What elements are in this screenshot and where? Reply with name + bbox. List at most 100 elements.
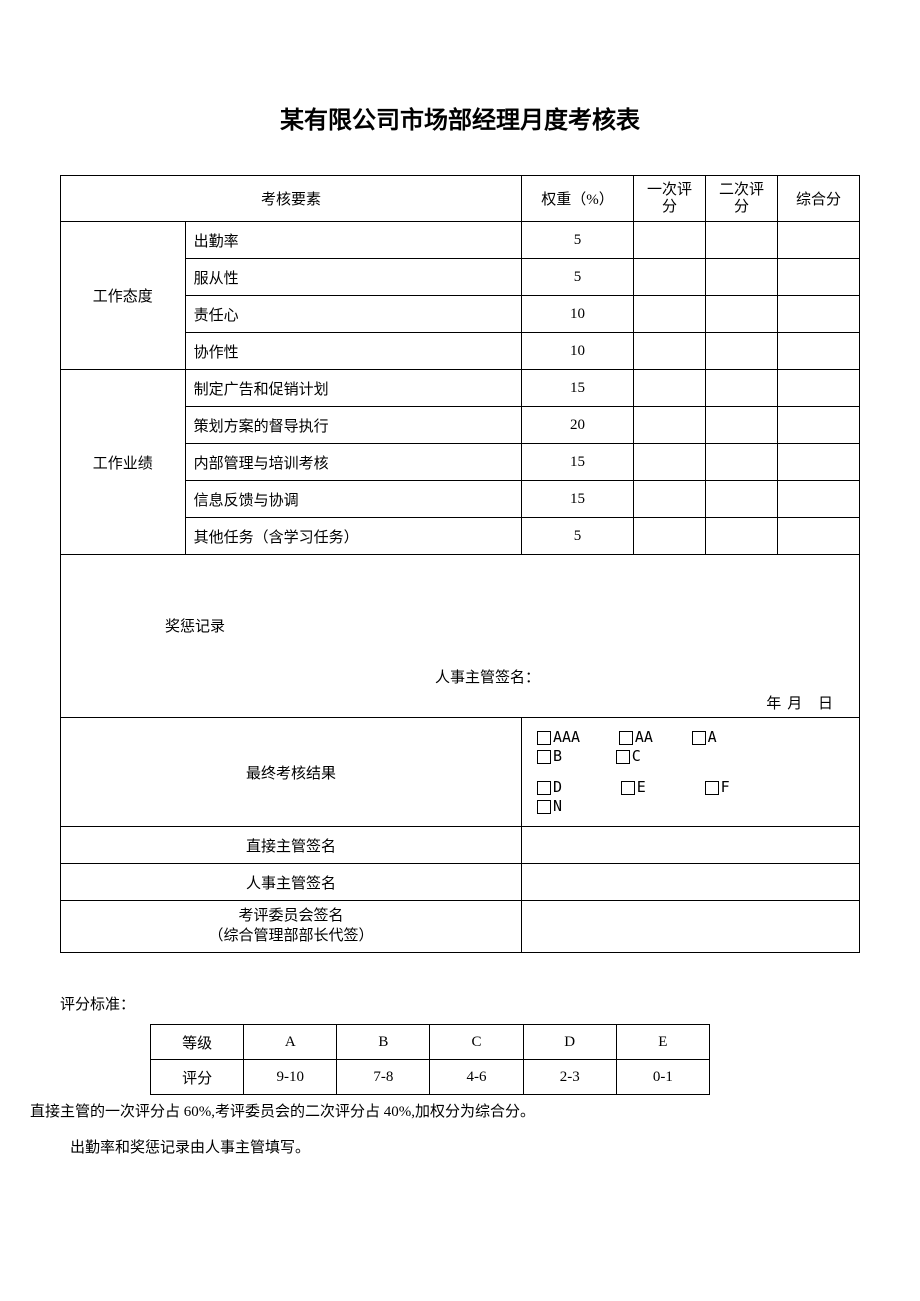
checkbox-f[interactable]: F — [705, 778, 730, 796]
header-score3: 综合分 — [778, 176, 860, 222]
criteria-score: 4-6 — [430, 1060, 523, 1095]
note2: 出勤率和奖惩记录由人事主管填写。 — [70, 1136, 860, 1157]
cell-score1 — [634, 518, 706, 555]
final-result-options: AAA AA A B C D E F N — [522, 718, 860, 827]
reward-cell: 奖惩记录 人事主管签名： 年月 日 — [125, 555, 860, 718]
checkbox-aa[interactable]: AA — [619, 728, 653, 746]
cell-score1 — [634, 407, 706, 444]
final-result-row: 最终考核结果 AAA AA A B C D E F N — [61, 718, 860, 827]
item-weight: 20 — [522, 407, 634, 444]
cell-score2 — [706, 370, 778, 407]
cell-score1 — [634, 259, 706, 296]
sig-direct-field — [522, 827, 860, 864]
item-name: 其他任务（含学习任务） — [185, 518, 521, 555]
signature-row-committee: 考评委员会签名 （综合管理部部长代签） — [61, 901, 860, 953]
criteria-grade-label: 等级 — [151, 1025, 244, 1060]
cell-score1 — [634, 481, 706, 518]
checkbox-d[interactable]: D — [537, 778, 562, 796]
cell-score1 — [634, 333, 706, 370]
criteria-grade: D — [523, 1025, 616, 1060]
checkbox-aaa[interactable]: AAA — [537, 728, 580, 746]
criteria-grade: A — [244, 1025, 337, 1060]
checkbox-c[interactable]: C — [616, 747, 641, 765]
cell-score2 — [706, 259, 778, 296]
criteria-score: 7-8 — [337, 1060, 430, 1095]
cell-score2 — [706, 518, 778, 555]
cell-score2 — [706, 222, 778, 259]
criteria-score: 0-1 — [616, 1060, 709, 1095]
criteria-score-label: 评分 — [151, 1060, 244, 1095]
cell-score3 — [778, 296, 860, 333]
cell-score3 — [778, 333, 860, 370]
cell-score1 — [634, 296, 706, 333]
group2-label: 工作业绩 — [61, 370, 186, 555]
criteria-grade-row: 等级 A B C D E — [151, 1025, 710, 1060]
criteria-grade: E — [616, 1025, 709, 1060]
reward-label: 奖惩记录 — [165, 615, 225, 636]
cell-score2 — [706, 407, 778, 444]
cell-score1 — [634, 222, 706, 259]
item-name: 服从性 — [185, 259, 521, 296]
criteria-grade: B — [337, 1025, 430, 1060]
header-element: 考核要素 — [61, 176, 522, 222]
item-weight: 5 — [522, 222, 634, 259]
criteria-grade: C — [430, 1025, 523, 1060]
criteria-title: 评分标准： — [60, 993, 860, 1014]
item-name: 制定广告和促销计划 — [185, 370, 521, 407]
checkbox-a[interactable]: A — [692, 728, 717, 746]
criteria-table: 等级 A B C D E 评分 9-10 7-8 4-6 2-3 0-1 — [150, 1024, 710, 1095]
header-score1: 一次评分 — [634, 176, 706, 222]
cell-score2 — [706, 296, 778, 333]
checkbox-b[interactable]: B — [537, 747, 562, 765]
item-name: 出勤率 — [185, 222, 521, 259]
cell-score1 — [634, 444, 706, 481]
checkbox-n[interactable]: N — [537, 797, 562, 815]
item-weight: 15 — [522, 444, 634, 481]
reward-row: 奖惩记录 人事主管签名： 年月 日 — [61, 555, 860, 718]
item-weight: 5 — [522, 518, 634, 555]
sig-committee-label: 考评委员会签名 （综合管理部部长代签） — [61, 901, 522, 953]
item-name: 内部管理与培训考核 — [185, 444, 521, 481]
cell-score2 — [706, 444, 778, 481]
item-name: 责任心 — [185, 296, 521, 333]
table-row: 工作态度 出勤率 5 — [61, 222, 860, 259]
cell-score3 — [778, 407, 860, 444]
cell-score1 — [634, 370, 706, 407]
header-weight: 权重（%） — [522, 176, 634, 222]
sig-hr-field — [522, 864, 860, 901]
reward-sign: 人事主管签名： — [435, 666, 540, 687]
item-weight: 10 — [522, 296, 634, 333]
checkbox-e[interactable]: E — [621, 778, 646, 796]
header-score2: 二次评 分 — [706, 176, 778, 222]
note1: 直接主管的一次评分占 60%,考评委员会的二次评分占 40%,加权分为综合分。 — [30, 1099, 860, 1126]
criteria-score: 2-3 — [523, 1060, 616, 1095]
item-weight: 15 — [522, 370, 634, 407]
cell-score3 — [778, 444, 860, 481]
cell-score2 — [706, 481, 778, 518]
table-header-row: 考核要素 权重（%） 一次评分 二次评 分 综合分 — [61, 176, 860, 222]
cell-score3 — [778, 370, 860, 407]
cell-score3 — [778, 259, 860, 296]
sig-committee-field — [522, 901, 860, 953]
reward-date: 年月 日 — [766, 692, 839, 713]
criteria-score-row: 评分 9-10 7-8 4-6 2-3 0-1 — [151, 1060, 710, 1095]
table-row: 工作业绩 制定广告和促销计划 15 — [61, 370, 860, 407]
item-weight: 5 — [522, 259, 634, 296]
item-name: 协作性 — [185, 333, 521, 370]
cell-score2 — [706, 333, 778, 370]
evaluation-table: 考核要素 权重（%） 一次评分 二次评 分 综合分 工作态度 出勤率 5 服从性… — [60, 175, 860, 953]
item-weight: 10 — [522, 333, 634, 370]
sig-direct-label: 直接主管签名 — [61, 827, 522, 864]
item-name: 信息反馈与协调 — [185, 481, 521, 518]
final-result-label: 最终考核结果 — [61, 718, 522, 827]
sig-hr-label: 人事主管签名 — [61, 864, 522, 901]
cell-score3 — [778, 481, 860, 518]
group1-label: 工作态度 — [61, 222, 186, 370]
item-name: 策划方案的督导执行 — [185, 407, 521, 444]
criteria-score: 9-10 — [244, 1060, 337, 1095]
cell-score3 — [778, 222, 860, 259]
cell-score3 — [778, 518, 860, 555]
signature-row-hr: 人事主管签名 — [61, 864, 860, 901]
signature-row-direct: 直接主管签名 — [61, 827, 860, 864]
page-title: 某有限公司市场部经理月度考核表 — [60, 100, 860, 135]
